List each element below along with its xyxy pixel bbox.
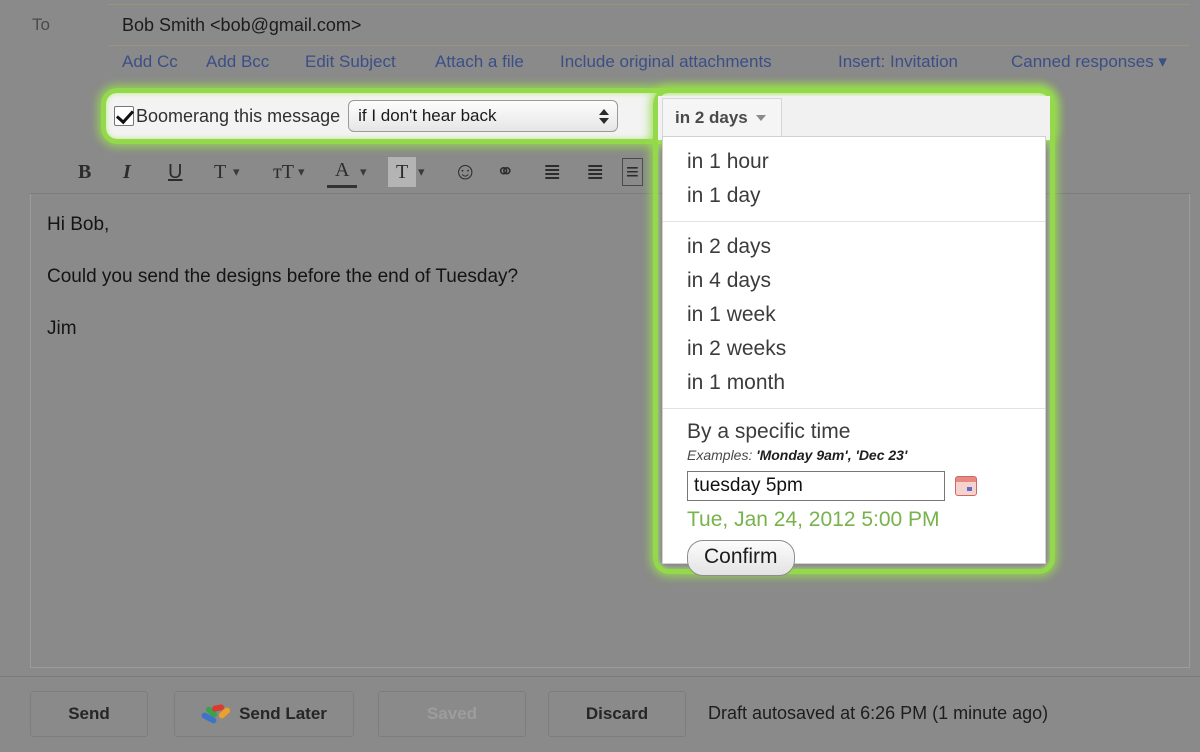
examples-values: 'Monday 9am', 'Dec 23' [756,447,908,463]
specific-time-examples: Examples: 'Monday 9am', 'Dec 23' [687,447,1045,463]
autosave-status: Draft autosaved at 6:26 PM (1 minute ago… [708,703,1049,723]
delay-option-in-1-month[interactable]: in 1 month [663,366,1045,400]
body-line: Hi Bob, [47,214,110,235]
delay-option-in-1-week[interactable]: in 1 week [663,298,1045,332]
delay-option-in-2-weeks[interactable]: in 2 weeks [663,332,1045,366]
delay-option-in-2-days[interactable]: in 2 days [663,230,1045,264]
saved-button: Saved [378,691,526,737]
compose-footer: Draft autosaved at 6:26 PM (1 minute ago… [0,676,1200,752]
stepper-arrows-icon [599,105,610,127]
chevron-down-icon [755,114,766,121]
text-color-icon[interactable]: A [327,155,358,188]
delay-dropdown-value: in 2 days [675,107,748,127]
delay-options-group-short: in 1 hour in 1 day [663,137,1045,221]
specific-time-input[interactable] [687,471,945,501]
examples-label: Examples: [687,447,753,463]
highlight-color-icon[interactable]: T [388,156,417,187]
boomerang-condition-value: if I don't hear back [358,106,497,125]
delay-dropdown-trigger[interactable]: in 2 days [662,98,782,136]
delay-option-in-1-hour[interactable]: in 1 hour [663,145,1045,179]
discard-button[interactable]: Discard [548,691,686,737]
boomerang-checkbox-label: Boomerang this message [136,105,341,126]
boomerang-condition-select[interactable]: if I don't hear back [348,100,619,132]
bold-icon[interactable]: B [70,157,99,187]
compose-link-canned-responses[interactable]: Canned responses ▾ [1011,52,1167,72]
delay-dropdown-panel: in 1 hour in 1 day in 2 days in 4 days in 1… [662,136,1046,576]
discard-button-label: Discard [585,704,649,723]
text-color-caret-icon[interactable]: ▾ [360,164,367,180]
delay-option-in-4-days[interactable]: in 4 days [663,264,1045,298]
highlight-caret-icon[interactable]: ▾ [418,164,425,180]
font-size-caret-icon[interactable]: ▾ [298,164,305,180]
compose-link-add-bcc[interactable]: Add Bcc [206,52,269,72]
gmail-compose-window: To Bob Smith <bob@gmail.com> Add Cc Add B… [0,0,1200,752]
compose-link-attach-a-file[interactable]: Attach a file [435,52,524,72]
send-button[interactable]: Send [30,691,148,737]
specific-time-title: By a specific time [687,420,851,443]
saved-button-label: Saved [426,704,478,723]
font-family-icon[interactable]: T [206,157,234,187]
send-button-label: Send [68,704,110,723]
to-value: Bob Smith <bob@gmail.com> [122,15,362,35]
boomerang-logo-icon [200,703,232,725]
body-line: Could you send the designs before the en… [47,266,519,287]
confirm-button[interactable]: Confirm [687,540,795,576]
boomerang-checkbox[interactable] [114,106,134,126]
compose-link-insert-invitation[interactable]: Insert: Invitation [838,52,958,72]
bulleted-list-icon[interactable]: ≣ [578,157,612,187]
underline-icon[interactable]: U [160,157,190,187]
font-size-icon[interactable]: ᴛT [265,157,302,187]
delay-option-in-1-day[interactable]: in 1 day [663,179,1045,213]
delay-options-group-long: in 2 days in 4 days in 1 week in 2 weeks in … [663,221,1045,408]
body-line: Jim [47,318,77,339]
send-later-button-label: Send Later [239,704,327,723]
compose-link-edit-subject[interactable]: Edit Subject [305,52,396,72]
calendar-icon[interactable] [955,476,977,496]
insert-link-icon[interactable]: ⚭ [488,157,522,187]
to-field[interactable]: Bob Smith <bob@gmail.com> [108,4,1190,46]
emoticon-icon[interactable]: ☺ [445,157,486,187]
compose-link-include-original-attachments[interactable]: Include original attachments [560,52,772,72]
to-label: To [32,15,50,34]
compose-link-add-cc[interactable]: Add Cc [122,52,178,72]
parsed-time-result: Tue, Jan 24, 2012 5:00 PM [687,508,940,531]
numbered-list-icon[interactable]: ≣ [535,157,569,187]
specific-time-section: By a specific time Examples: 'Monday 9am… [663,408,1045,590]
italic-icon[interactable]: I [115,157,139,187]
indent-less-icon[interactable]: ≡ [622,157,643,186]
send-later-button[interactable]: Send Later [174,691,354,737]
to-row: To Bob Smith <bob@gmail.com> [0,0,1200,48]
font-family-caret-icon[interactable]: ▾ [233,164,240,180]
compose-options-links: Add Cc Add Bcc Edit Subject Attach a file In… [0,50,1200,82]
